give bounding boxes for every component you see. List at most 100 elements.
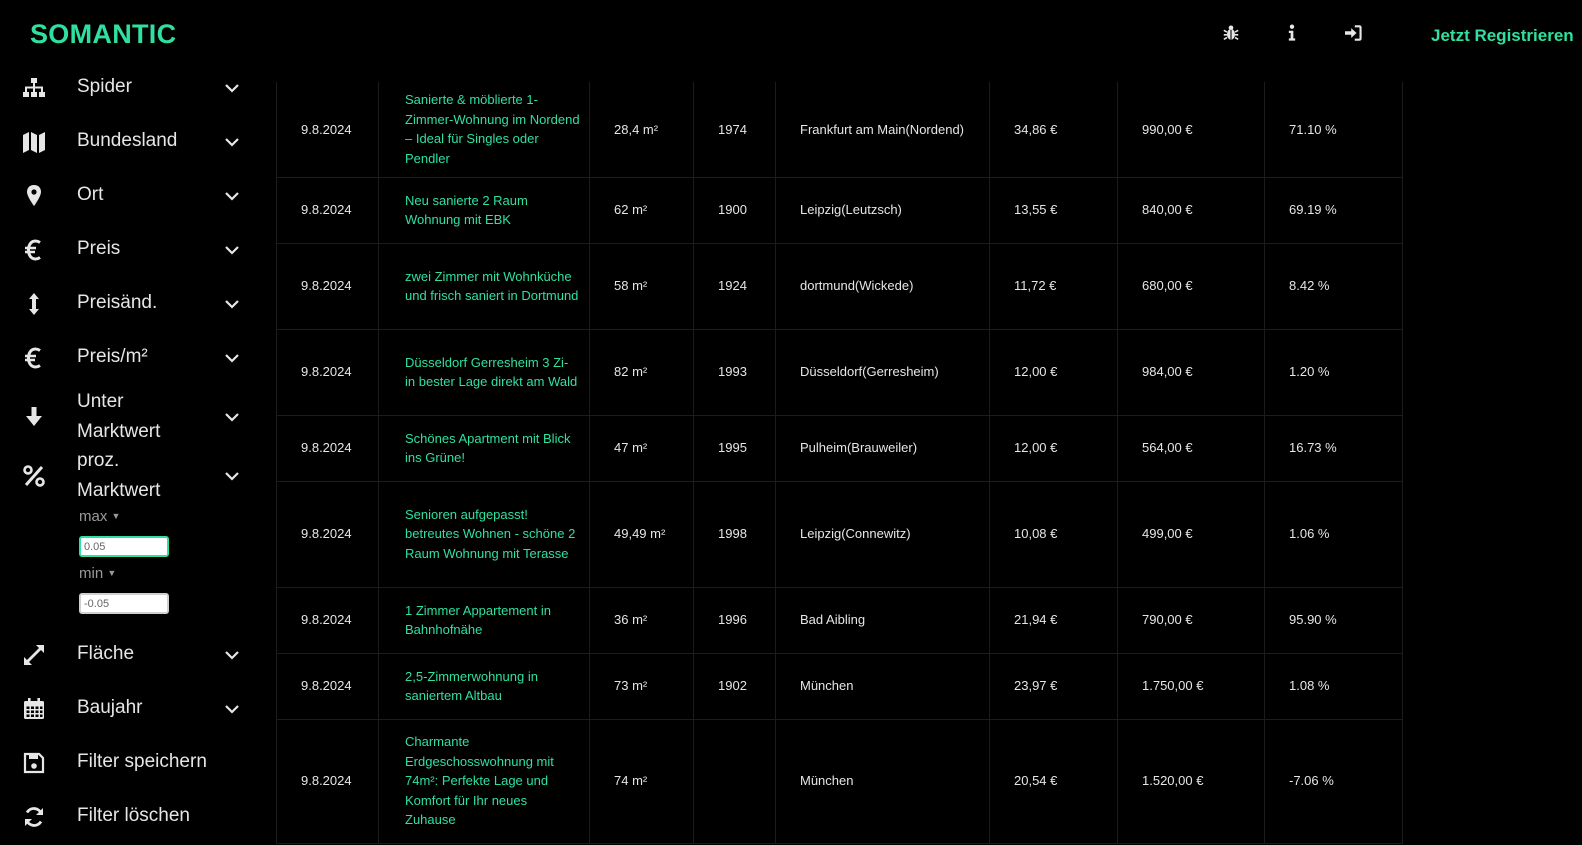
table-row: 9.8.2024 2,5-Zimmerwohnung in saniertem … [276,653,1403,720]
cell-location: Düsseldorf(Gerresheim) [775,329,990,416]
sidebar-item-ort[interactable]: Ort [0,176,260,216]
table-row: 9.8.2024 Sanierte & möblierte 1-Zimmer-W… [276,82,1403,178]
cell-title-link[interactable]: Schönes Apartment mit Blick ins Grüne! [378,415,590,482]
cell-area: 47 m² [589,415,694,482]
cell-percent: 16.73 % [1264,415,1403,482]
euro-icon [22,346,46,370]
sidebar-item-label: Preis/m² [77,346,148,367]
chevron-down-icon [224,242,240,258]
sidebar-item-preisaend[interactable]: Preisänd. [0,284,260,324]
cell-price: 840,00 € [1117,177,1265,244]
cell-percent: 1.20 % [1264,329,1403,416]
cell-location: Leipzig(Leutzsch) [775,177,990,244]
cell-price-per-m2: 34,86 € [989,82,1118,178]
cell-percent: 69.19 % [1264,177,1403,244]
euro-icon [22,238,46,262]
calendar-icon [22,697,46,721]
sidebar-item-label: Filter löschen [77,805,190,826]
cell-title-link[interactable]: Sanierte & möblierte 1-Zimmer-Wohnung im… [378,82,590,178]
cell-location: Bad Aibling [775,587,990,654]
sidebar-item-label: Unter Marktwert [77,391,161,442]
cell-year: 1993 [693,329,776,416]
cell-title-link[interactable]: zwei Zimmer mit Wohnküche und frisch san… [378,243,590,330]
sidebar-item-baujahr[interactable]: Baujahr [0,689,260,729]
cell-location: München [775,653,990,720]
login-icon[interactable] [1344,25,1366,49]
register-link[interactable]: Jetzt Registrieren [1431,26,1574,46]
cell-price-per-m2: 13,55 € [989,177,1118,244]
min-dropdown[interactable]: min ▼ [79,565,116,582]
table-row: 9.8.2024 zwei Zimmer mit Wohnküche und f… [276,243,1403,330]
cell-price: 1.750,00 € [1117,653,1265,720]
sidebar-item-label: Preis [77,238,121,259]
table-row: 9.8.2024 Schönes Apartment mit Blick ins… [276,415,1403,482]
arrow-down-icon [22,405,46,429]
cell-price-per-m2: 20,54 € [989,719,1118,844]
cell-date: 9.8.2024 [276,719,379,844]
arrows-vertical-icon [22,292,46,316]
cell-area: 36 m² [589,587,694,654]
sidebar-item-label: Filter speichern [77,751,207,772]
sidebar-item-preis[interactable]: Preis [0,230,260,270]
sidebar-item-flaeche[interactable]: Fläche [0,635,260,675]
max-input[interactable] [79,536,169,557]
cell-percent: 95.90 % [1264,587,1403,654]
caret-down-icon: ▼ [107,568,117,578]
info-icon[interactable] [1285,24,1307,48]
cell-area: 74 m² [589,719,694,844]
cell-area: 73 m² [589,653,694,720]
cell-title-link[interactable]: Neu sanierte 2 Raum Wohnung mit EBK [378,177,590,244]
chevron-down-icon [224,701,240,717]
cell-year: 1974 [693,82,776,178]
chevron-down-icon [224,134,240,150]
table-row: 9.8.2024 Düsseldorf Gerresheim 3 Zi- in … [276,329,1403,416]
map-icon [22,130,46,154]
sidebar-item-preis-m2[interactable]: Preis/m² [0,338,260,378]
cell-price: 1.520,00 € [1117,719,1265,844]
cell-title-link[interactable]: Charmante Erdgeschosswohnung mit 74m²: P… [378,719,590,844]
sidebar-item-proz-marktwert[interactable]: proz. Marktwert [0,446,260,506]
sidebar-item-label: Bundesland [77,130,178,151]
cell-date: 9.8.2024 [276,415,379,482]
app-logo[interactable]: SOMANTIC [30,19,176,50]
cell-title-link[interactable]: Düsseldorf Gerresheim 3 Zi- in bester La… [378,329,590,416]
cell-date: 9.8.2024 [276,481,379,588]
cell-title-link[interactable]: Senioren aufgepasst! betreutes Wohnen - … [378,481,590,588]
sidebar-item-bundesland[interactable]: Bundesland [0,122,260,162]
expand-icon [22,643,46,667]
sidebar-item-spider[interactable]: Spider [0,68,260,108]
cell-price-per-m2: 21,94 € [989,587,1118,654]
cell-price-per-m2: 12,00 € [989,329,1118,416]
cell-year: 1900 [693,177,776,244]
cell-area: 49,49 m² [589,481,694,588]
max-dropdown[interactable]: max ▼ [79,508,120,525]
cell-title-link[interactable]: 2,5-Zimmerwohnung in saniertem Altbau [378,653,590,720]
cell-price-per-m2: 12,00 € [989,415,1118,482]
cell-title-link[interactable]: 1 Zimmer Appartement in Bahnhofnähe [378,587,590,654]
sidebar-item-unter-marktwert[interactable]: Unter Marktwert [0,387,260,447]
cell-date: 9.8.2024 [276,587,379,654]
min-input[interactable] [79,593,169,614]
chevron-down-icon [224,409,240,425]
sitemap-icon [22,76,46,100]
percent-icon [22,464,46,488]
save-filter-button[interactable]: Filter speichern [0,743,260,783]
clear-filter-button[interactable]: Filter löschen [0,797,260,837]
cell-location: München [775,719,990,844]
cell-percent: 1.08 % [1264,653,1403,720]
cell-location: Frankfurt am Main(Nordend) [775,82,990,178]
chevron-down-icon [224,188,240,204]
sidebar-item-label: proz. Marktwert [77,450,161,501]
chevron-down-icon [224,80,240,96]
bug-icon[interactable] [1222,24,1244,48]
cell-area: 28,4 m² [589,82,694,178]
save-icon [22,751,46,775]
max-label: max [79,508,108,525]
cell-year: 1996 [693,587,776,654]
cell-date: 9.8.2024 [276,177,379,244]
chevron-down-icon [224,647,240,663]
cell-location: Leipzig(Connewitz) [775,481,990,588]
sidebar-item-label: Fläche [77,643,135,664]
sidebar-item-label: Spider [77,76,132,97]
cell-percent: 1.06 % [1264,481,1403,588]
